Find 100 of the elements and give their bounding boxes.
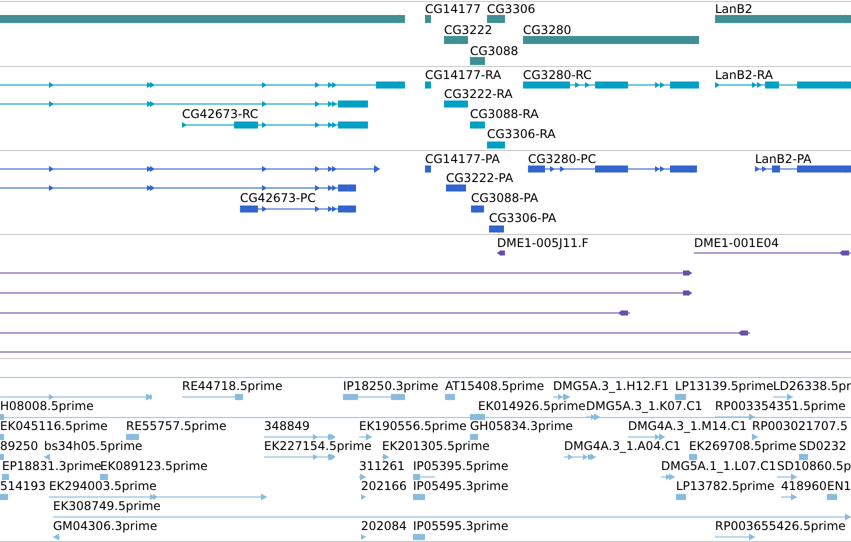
- feature-glyph: [361, 532, 366, 542]
- feature-label: CG3306-PA: [489, 211, 556, 225]
- feature-glyph: [444, 99, 468, 109]
- feature-glyph: [446, 183, 466, 193]
- feature-label: CG3222: [444, 23, 492, 37]
- feature-glyph: [689, 452, 697, 462]
- feature-label: LD26338.5pr: [773, 379, 851, 393]
- feature-label: DMG4A.3_1.A04.C1: [564, 439, 681, 453]
- feature-label: 202166: [361, 479, 407, 493]
- feature-glyph: [413, 532, 425, 542]
- feature-glyph: [425, 80, 431, 90]
- feature-label: RE55757.5prime: [126, 419, 226, 433]
- feature-label: GM04306.3prime: [53, 519, 158, 533]
- feature-label: LP13139.5prime: [675, 379, 774, 393]
- feature-glyph: [2, 472, 9, 482]
- feature-label: 202084: [361, 519, 407, 533]
- feature-glyph: [470, 56, 485, 66]
- feature-label: H08008.5prime: [0, 399, 94, 413]
- feature-glyph: [444, 35, 468, 45]
- feature-label: DMG5A.3_1.K07.C1: [586, 399, 702, 413]
- feature-label: GH05834.3prime: [470, 419, 573, 433]
- feature-glyph: [126, 432, 139, 442]
- feature-glyph: [497, 248, 505, 258]
- feature-label: CG3280-RC: [523, 68, 592, 82]
- feature-label: RE44718.5prime: [182, 379, 282, 393]
- feature-glyph: [53, 532, 60, 542]
- feature-glyph: [470, 412, 485, 422]
- feature-glyph: [445, 392, 455, 402]
- feature-label: DMG5A.3_1.H12.F1: [553, 379, 670, 393]
- feature-label: CG3306: [487, 2, 536, 16]
- feature-glyph: [470, 432, 478, 442]
- feature-label: DMG4A.3_1.M14.C1: [628, 419, 747, 433]
- feature-glyph: [0, 492, 8, 502]
- feature-label: CG14177: [425, 2, 481, 16]
- feature-glyph: [773, 392, 793, 402]
- feature-label: LanB2: [715, 2, 753, 16]
- feature-glyph: [425, 14, 431, 24]
- feature-label: CG42673-RC: [182, 107, 258, 121]
- feature-label: 89250: [0, 439, 38, 453]
- feature-label: CG3306-RA: [487, 127, 556, 141]
- feature-glyph: [752, 432, 758, 442]
- feature-glyph: [799, 452, 808, 462]
- feature-label: 514193: [0, 479, 46, 493]
- feature-label: EN1: [827, 479, 851, 493]
- feature-glyph: [827, 492, 837, 502]
- feature-glyph: [661, 472, 675, 482]
- feature-glyph: [44, 452, 50, 462]
- feature-label: EK201305.5prime: [382, 439, 490, 453]
- feature-label: bs34h05.5prime: [44, 439, 142, 453]
- feature-label: CG3222-RA: [444, 87, 513, 101]
- feature-label: EK045116.5prime: [0, 419, 108, 433]
- feature-glyph: [715, 532, 755, 542]
- feature-glyph: [264, 432, 335, 442]
- feature-label: EK190556.5prime: [359, 419, 467, 433]
- feature-label: IP05395.5prime: [413, 459, 508, 473]
- feature-glyph: [553, 392, 570, 402]
- feature-glyph: [489, 224, 504, 234]
- feature-label: LanB2-RA: [715, 68, 773, 82]
- feature-label: LP13782.5prime: [676, 479, 775, 493]
- feature-glyph: [586, 412, 600, 422]
- feature-glyph: [413, 472, 435, 482]
- feature-glyph: [675, 392, 686, 402]
- feature-label: IP05595.3prime: [413, 519, 508, 533]
- feature-label: EK294003.5prime: [49, 479, 157, 493]
- feature-label: CG3088: [470, 44, 518, 58]
- feature-glyph: [182, 392, 243, 402]
- feature-label: SD10860.5p: [777, 459, 851, 473]
- feature-glyph: [487, 14, 505, 24]
- feature-glyph: [382, 452, 389, 462]
- feature-glyph: [777, 472, 797, 482]
- feature-label: DME1-005J11.F: [497, 236, 589, 250]
- feature-label: EK089123.5prime: [100, 459, 208, 473]
- feature-glyph: [264, 452, 335, 462]
- feature-glyph: [487, 140, 505, 150]
- feature-glyph: [715, 412, 755, 422]
- feature-label: EP18831.3prime: [2, 459, 102, 473]
- feature-label: RP003021707.5: [752, 419, 848, 433]
- feature-label: IP18250.3prime: [343, 379, 438, 393]
- feature-label: CG3088-RA: [470, 107, 539, 121]
- feature-label: CG3280: [523, 23, 572, 37]
- feature-label: EK227154.5prime: [264, 439, 372, 453]
- feature-glyph: [781, 492, 797, 502]
- feature-label: CG14177-PA: [425, 152, 500, 166]
- feature-label: 311261: [359, 459, 405, 473]
- feature-label: SD0232: [799, 439, 846, 453]
- feature-label: CG3222-PA: [446, 171, 514, 185]
- feature-label: RP003354351.5prime: [715, 399, 846, 413]
- feature-label: EK308749.5prime: [53, 499, 161, 513]
- feature-glyph: [564, 452, 596, 462]
- feature-glyph: [470, 120, 485, 130]
- feature-glyph: [343, 392, 405, 402]
- feature-glyph: [425, 164, 431, 174]
- feature-glyph: [676, 492, 686, 502]
- feature-label: IP05495.3prime: [413, 479, 508, 493]
- feature-label: LanB2-PA: [755, 152, 812, 166]
- feature-label: EK014926.5prime: [478, 399, 586, 413]
- feature-label: CG3280-PC: [528, 152, 596, 166]
- feature-label: CG3088-PA: [471, 191, 538, 205]
- feature-label: RP003655426.5prime: [715, 519, 846, 533]
- feature-label: CG14177-RA: [425, 68, 502, 82]
